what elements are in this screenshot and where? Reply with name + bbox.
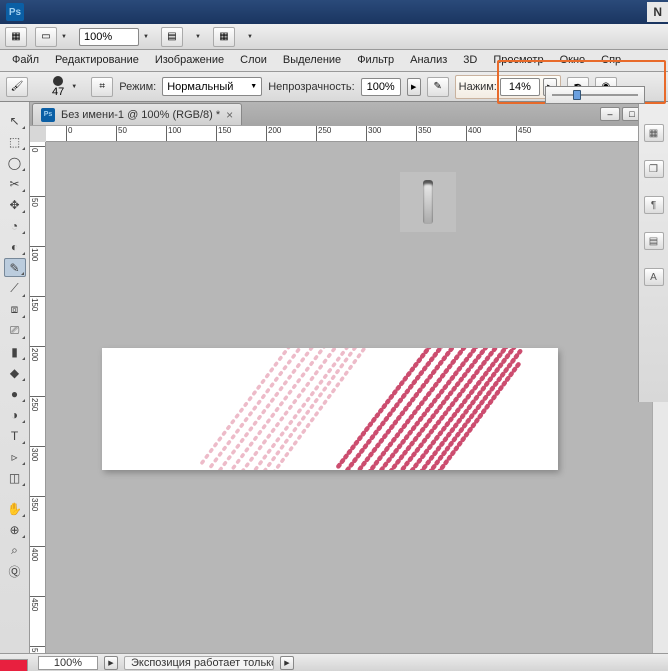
menu-window[interactable]: Окно [552,50,594,71]
collapsed-panels: ▦ ❐ ¶ ▤ A [638,102,668,402]
menu-image[interactable]: Изображение [147,50,232,71]
menu-bar: Файл Редактирование Изображение Слои Выд… [0,50,668,72]
tool-marquee[interactable]: ⬚ [4,132,26,151]
minimize-button[interactable]: – [600,107,620,121]
tool-heal[interactable]: ◐ [4,237,26,256]
opacity-field[interactable]: 100% [361,78,401,96]
chevron-down-icon[interactable]: ▼ [139,27,153,47]
brush-panel-toggle[interactable]: ⌗ [91,77,113,97]
brush-size-value: 47 [52,86,64,98]
tool-zoom[interactable]: ⌕ [4,541,26,560]
flow-slider-popup[interactable] [545,86,645,104]
flow-field[interactable]: 14% [500,78,540,96]
tool-blur[interactable]: ◆ [4,363,26,382]
arrange-docs-button[interactable]: ▦ [213,27,235,47]
tool-pen[interactable]: ◑ [4,405,26,424]
ruler-vertical: 050100150200250300350400450500 [30,142,46,653]
status-zoom-arrow[interactable]: ▶ [104,656,118,670]
flow-label: Нажим: [459,81,497,93]
status-info-arrow[interactable]: ▶ [280,656,294,670]
panel-icon-char[interactable]: ¶ [644,196,664,214]
opacity-arrow[interactable]: ▶ [407,78,421,96]
tool-quick-mask[interactable]: Ⓠ [4,562,26,581]
launch-bridge-button[interactable]: ▦ [5,27,27,47]
chevron-down-icon[interactable]: ▼ [191,27,205,47]
panel-icon-layers[interactable]: ❐ [644,160,664,178]
menu-analysis[interactable]: Анализ [402,50,455,71]
panel-icon-swatch[interactable]: ▤ [644,232,664,250]
tool-rotate[interactable]: ⊕ [4,520,26,539]
tool-history-brush[interactable]: ⧈ [4,300,26,319]
brush-stroke-heavy [292,348,558,470]
tool-shape[interactable]: ◫ [4,468,26,487]
opacity-pressure-button[interactable]: ✎ [427,77,449,97]
tool-eraser[interactable]: ⎚ [4,321,26,340]
document-tab-bar: Ps Без имени-1 @ 100% (RGB/8) * × – □ × [30,102,668,126]
toolbox: ↖ ⬚ ◯ ✂ ✥ ◔ ◐ ✎ ⟋ ⧈ ⎚ ▮ ◆ ● ◑ T ▹ ◫ ✋ ⊕ … [0,102,30,653]
view-extras-button[interactable]: ▤ [161,27,183,47]
panel-icon-adjust[interactable]: A [644,268,664,286]
status-bar: 100% ▶ Экспозиция работает только в ... … [0,653,668,671]
tool-hand[interactable]: ✋ [4,499,26,518]
tool-path[interactable]: ▹ [4,447,26,466]
brush-preview-icon [53,76,63,86]
screen-mode-button[interactable]: ▭ [35,27,57,47]
menu-edit[interactable]: Редактирование [47,50,147,71]
tool-eyedropper[interactable]: ◔ [4,216,26,235]
panel-icon-history[interactable]: ▦ [644,124,664,142]
tool-stamp[interactable]: ⟋ [4,279,26,298]
menu-filter[interactable]: Фильтр [349,50,402,71]
menu-select[interactable]: Выделение [275,50,349,71]
blend-mode-select[interactable]: Нормальный▼ [162,77,262,96]
status-info[interactable]: Экспозиция работает только в ... [124,656,274,670]
tool-crop[interactable]: ✥ [4,195,26,214]
tool-move[interactable]: ↖ [4,111,26,130]
menu-view[interactable]: Просмотр [485,50,551,71]
tool-quickselect[interactable]: ✂ [4,174,26,193]
mode-label: Режим: [119,81,156,93]
menu-file[interactable]: Файл [4,50,47,71]
ruler-horizontal: 050100150200250300350400450 [46,126,668,142]
tool-type[interactable]: T [4,426,26,445]
ps-icon: Ps [41,108,55,122]
close-icon[interactable]: × [226,108,233,122]
app-logo: Ps [6,3,24,21]
menu-layer[interactable]: Слои [232,50,275,71]
slider-thumb[interactable] [573,90,581,100]
chevron-down-icon[interactable]: ▼ [67,77,81,97]
chevron-down-icon[interactable]: ▼ [57,27,71,47]
app-toolbar: ▦ ▭ ▼ 100% ▼ ▤ ▼ ▦ ▼ [0,24,668,50]
brush-tip-preview [400,172,456,232]
foreground-color-swatch[interactable] [0,659,28,671]
tool-preset-picker[interactable]: 🖌 [6,77,28,97]
tool-lasso[interactable]: ◯ [4,153,26,172]
menu-help[interactable]: Спр [593,50,629,71]
document-canvas[interactable] [102,348,558,470]
canvas-area[interactable] [46,142,668,653]
menu-3d[interactable]: 3D [455,50,485,71]
status-zoom-field[interactable]: 100% [38,656,98,670]
chevron-down-icon[interactable]: ▼ [243,27,257,47]
document-tab-title: Без имени-1 @ 100% (RGB/8) * [61,109,220,121]
tool-dodge[interactable]: ● [4,384,26,403]
document-tab[interactable]: Ps Без имени-1 @ 100% (RGB/8) * × [32,103,242,125]
zoom-level-field[interactable]: 100% [79,28,139,46]
tool-brush[interactable]: ✎ [4,258,26,277]
title-fragment: N [647,2,668,22]
tool-gradient[interactable]: ▮ [4,342,26,361]
opacity-label: Непрозрачность: [268,81,354,93]
